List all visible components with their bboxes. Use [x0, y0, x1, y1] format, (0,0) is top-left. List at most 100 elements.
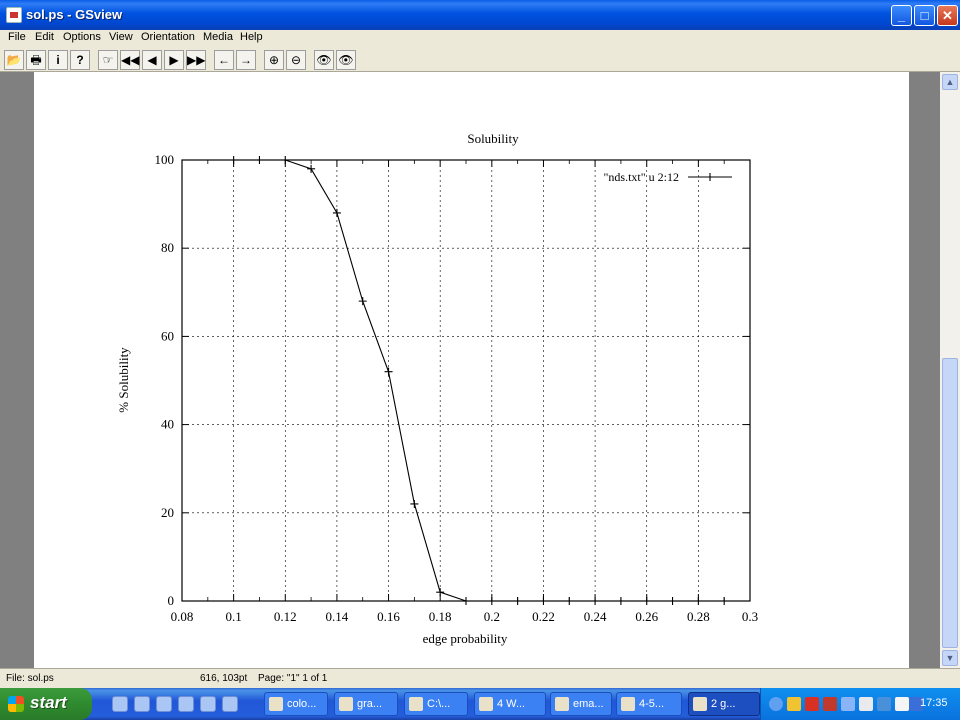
- tool-quicklaunch-icon[interactable]: [222, 696, 238, 712]
- help-icon[interactable]: ?: [70, 50, 90, 70]
- x-tick-label: 0.24: [584, 609, 607, 624]
- chart-title: Solubility: [467, 131, 519, 146]
- find-text-icon[interactable]: 👁: [314, 50, 334, 70]
- first-page-icon[interactable]: ◀◀: [120, 50, 140, 70]
- tray-bluetooth-icon[interactable]: [895, 697, 909, 711]
- task-button[interactable]: 2 g...: [688, 692, 760, 716]
- menu-orientation[interactable]: Orientation: [141, 31, 195, 43]
- scroll-up-arrow-icon[interactable]: ▲: [942, 74, 958, 90]
- tray-arrow-icon[interactable]: [769, 697, 783, 711]
- x-tick-label: 0.28: [687, 609, 710, 624]
- taskbar: start colo... gra... C:\... 4 W... ema... 4-5…: [0, 688, 960, 720]
- maximize-button[interactable]: □: [914, 5, 935, 26]
- zoom-in-icon[interactable]: ⊕: [264, 50, 284, 70]
- toolbar: 📂 🖶 i ? ☞ ◀◀ ◀ ▶ ▶▶ ← → ⊕ ⊖ 👁 👁: [0, 48, 960, 72]
- data-point: [462, 597, 470, 605]
- print-icon[interactable]: 🖶: [26, 50, 46, 70]
- menu-media[interactable]: Media: [203, 31, 233, 43]
- scroll-down-arrow-icon[interactable]: ▼: [942, 650, 958, 666]
- data-point: [332, 208, 341, 217]
- last-page-icon[interactable]: ▶▶: [186, 50, 206, 70]
- menu-help[interactable]: Help: [240, 31, 263, 43]
- next-page-icon[interactable]: ▶: [164, 50, 184, 70]
- app-quicklaunch-icon[interactable]: [156, 696, 172, 712]
- x-tick-label: 0.22: [532, 609, 555, 624]
- close-button[interactable]: ✕: [937, 5, 958, 26]
- windows-flag-icon: [8, 696, 24, 712]
- task-button[interactable]: 4 W...: [474, 692, 546, 716]
- tray-update-icon[interactable]: [877, 697, 891, 711]
- y-axis-ticks: 0 20 40 60 80 100: [155, 152, 750, 608]
- chart-grid: [182, 160, 750, 601]
- clock: 17:35: [920, 697, 948, 709]
- x-tick-label: 0.14: [326, 609, 349, 624]
- plot-frame: [181, 159, 751, 602]
- minimize-button[interactable]: _: [891, 5, 912, 26]
- tray-shield-icon[interactable]: [787, 697, 801, 711]
- tray-volume-icon[interactable]: [859, 697, 873, 711]
- data-point: [255, 156, 264, 164]
- zoom-out-icon[interactable]: ⊖: [286, 50, 306, 70]
- window-title: sol.ps - GSview: [26, 7, 123, 22]
- data-point: [229, 156, 238, 164]
- solubility-chart: Solubility 0.08 0.1 0.12 0.14 0.16 0.18 0.2 0.2…: [116, 131, 758, 646]
- prev-page-icon[interactable]: ◀: [142, 50, 162, 70]
- task-button[interactable]: C:\...: [404, 692, 468, 716]
- data-point: [436, 588, 445, 597]
- data-point: [642, 597, 651, 605]
- scroll-thumb[interactable]: [942, 358, 958, 648]
- data-point: [358, 297, 367, 306]
- vertical-scrollbar[interactable]: ▲ ▼: [940, 72, 960, 668]
- x-tick-label: 0.08: [171, 609, 194, 624]
- ie-quicklaunch-icon[interactable]: [112, 696, 128, 712]
- goto-page-icon[interactable]: ☞: [98, 50, 118, 70]
- y-tick-label: 40: [161, 417, 174, 432]
- info-icon[interactable]: i: [48, 50, 68, 70]
- forward-icon[interactable]: →: [236, 50, 256, 70]
- menu-file[interactable]: File: [8, 31, 26, 43]
- document-viewport[interactable]: Solubility 0.08 0.1 0.12 0.14 0.16 0.18 0.2 0.2…: [0, 72, 940, 668]
- x-tick-label: 0.18: [429, 609, 452, 624]
- folder-quicklaunch-icon[interactable]: [200, 696, 216, 712]
- x-tick-label: 0.12: [274, 609, 297, 624]
- x-tick-label: 0.3: [742, 609, 758, 624]
- status-file: File: sol.ps: [6, 673, 54, 684]
- tray-app-icon[interactable]: [823, 697, 837, 711]
- start-button[interactable]: start: [0, 688, 92, 720]
- tray-antivirus-icon[interactable]: [805, 697, 819, 711]
- data-point: [720, 597, 729, 605]
- y-tick-label: 0: [168, 593, 175, 608]
- menu-view[interactable]: View: [109, 31, 133, 43]
- status-bar: File: sol.ps 616, 103pt Page: "1" 1 of 1: [0, 668, 960, 688]
- menu-edit[interactable]: Edit: [35, 31, 54, 43]
- x-axis-ticks: 0.08 0.1 0.12 0.14 0.16 0.18 0.2 0.22 0.24 0.26 0.…: [171, 160, 758, 624]
- y-tick-label: 80: [161, 240, 174, 255]
- y-tick-label: 20: [161, 505, 174, 520]
- task-button[interactable]: gra...: [334, 692, 398, 716]
- find-next-icon[interactable]: 👁: [336, 50, 356, 70]
- open-icon[interactable]: 📂: [4, 50, 24, 70]
- start-label: start: [30, 693, 67, 712]
- task-button[interactable]: colo...: [264, 692, 328, 716]
- legend-label: "nds.txt" u 2:12: [604, 170, 679, 184]
- task-button[interactable]: ema...: [550, 692, 612, 716]
- title-bar: sol.ps - GSview _ □ ✕: [0, 0, 960, 30]
- outlook-quicklaunch-icon[interactable]: [134, 696, 150, 712]
- menu-bar: File Edit Options View Orientation Media…: [0, 30, 960, 48]
- data-point: [307, 164, 316, 173]
- tray-network-icon[interactable]: [841, 697, 855, 711]
- data-point: [410, 499, 419, 508]
- x-tick-label: 0.16: [377, 609, 400, 624]
- legend-marker: [706, 173, 714, 181]
- back-icon[interactable]: ←: [214, 50, 234, 70]
- gsview-app-icon[interactable]: [6, 7, 22, 23]
- data-point: [694, 597, 703, 605]
- y-tick-label: 60: [161, 328, 174, 343]
- x-tick-label: 0.1: [226, 609, 242, 624]
- cmd-quicklaunch-icon[interactable]: [178, 696, 194, 712]
- series-line: [233, 159, 725, 602]
- data-point: [487, 597, 496, 605]
- task-button[interactable]: 4-5...: [616, 692, 682, 716]
- menu-options[interactable]: Options: [63, 31, 101, 43]
- data-point: [668, 597, 677, 605]
